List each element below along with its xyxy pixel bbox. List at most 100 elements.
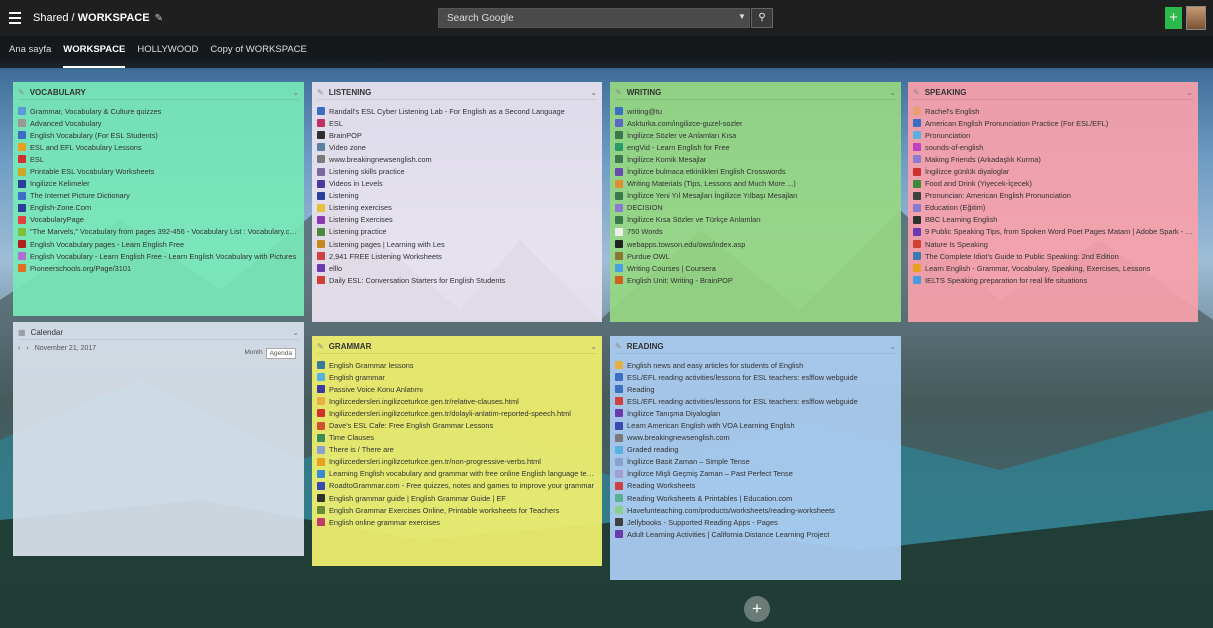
tab-ana-sayfa[interactable]: Ana sayfa <box>9 36 51 68</box>
link-item[interactable]: sounds-of-english <box>913 141 1193 153</box>
link-item[interactable]: Writing Courses | Coursera <box>615 262 896 274</box>
link-item[interactable]: English online grammar exercises <box>317 516 597 528</box>
widget-header[interactable]: ✎ WRITING ⌄ <box>615 86 896 100</box>
link-item[interactable]: Ingilizcedersleri.ingilizceturkce.gen.tr… <box>317 395 597 407</box>
chevron-down-icon[interactable]: ⌄ <box>889 88 896 97</box>
chevron-down-icon[interactable]: ⌄ <box>590 88 597 97</box>
link-item[interactable]: ESL <box>317 117 597 129</box>
link-item[interactable]: İngilizce Tanışma Diyalogları <box>615 407 896 419</box>
widget-header[interactable]: ✎ SPEAKING ⌄ <box>913 86 1193 100</box>
link-item[interactable]: Grammar, Vocabulary & Culture quizzes <box>18 105 299 117</box>
link-item[interactable]: There is / There are <box>317 444 597 456</box>
link-item[interactable]: İngilizce Kısa Sözler ve Türkçe Anlamlar… <box>615 214 896 226</box>
link-item[interactable]: İngilizce bulmaca etkinlikleri English C… <box>615 165 896 177</box>
breadcrumb-workspace[interactable]: WORKSPACE <box>78 12 150 24</box>
chevron-down-icon[interactable]: ⌄ <box>292 328 299 337</box>
widget-header[interactable]: ✎ LISTENING ⌄ <box>317 86 597 100</box>
link-item[interactable]: ESL/EFL reading activities/lessons for E… <box>615 395 896 407</box>
link-item[interactable]: English Grammar Exercises Online, Printa… <box>317 504 597 516</box>
link-item[interactable]: Education (Eğitim) <box>913 202 1193 214</box>
link-item[interactable]: Learn American English with VOA Learning… <box>615 419 896 431</box>
prev-icon[interactable]: ‹ <box>18 345 20 352</box>
pin-icon[interactable]: ✎ <box>615 88 622 97</box>
link-item[interactable]: Ingilizcedersleri.ingilizceturkce.gen.tr… <box>317 407 597 419</box>
link-item[interactable]: Video zone <box>317 141 597 153</box>
link-item[interactable]: American English Pronunciation Practice … <box>913 117 1193 129</box>
chevron-down-icon[interactable]: ⌄ <box>1186 88 1193 97</box>
link-item[interactable]: Passive Voice Konu Anlatımı <box>317 383 597 395</box>
pin-icon[interactable]: ✎ <box>18 88 25 97</box>
link-item[interactable]: Listening <box>317 190 597 202</box>
link-item[interactable]: "The Marvels," Vocabulary from pages 392… <box>18 226 299 238</box>
link-item[interactable]: Videos in Levels <box>317 178 597 190</box>
link-item[interactable]: Food and Drink (Yiyecek-İçecek) <box>913 178 1193 190</box>
tab-hollywood[interactable]: HOLLYWOOD <box>137 36 198 68</box>
link-item[interactable]: English grammar <box>317 371 597 383</box>
link-item[interactable]: Listening exercises <box>317 202 597 214</box>
widget-header[interactable]: ▦ Calendar ⌄ <box>18 326 299 340</box>
tab-copy-of-workspace[interactable]: Copy of WORKSPACE <box>210 36 306 68</box>
link-item[interactable]: İngilizce Basit Zaman – Simple Tense <box>615 456 896 468</box>
link-item[interactable]: Askturka.com/ingilizce-guzel-sozler <box>615 117 896 129</box>
link-item[interactable]: 750 Words <box>615 226 896 238</box>
link-item[interactable]: Reading <box>615 383 896 395</box>
link-item[interactable]: Adult Learning Activities | California D… <box>615 528 896 540</box>
link-item[interactable]: Making Friends (Arkadaşlık Kurma) <box>913 153 1193 165</box>
tab-workspace[interactable]: WORKSPACE <box>63 36 126 68</box>
view-agenda-button[interactable]: Agenda <box>265 348 296 359</box>
add-widget-button[interactable]: + <box>744 596 770 622</box>
link-item[interactable]: English grammar guide | English Grammar … <box>317 492 597 504</box>
chevron-down-icon[interactable]: ⌄ <box>889 342 896 351</box>
link-item[interactable]: ESL and EFL Vocabulary Lessons <box>18 141 299 153</box>
chevron-down-icon[interactable]: ⌄ <box>590 342 597 351</box>
next-icon[interactable]: › <box>26 345 28 352</box>
link-item[interactable]: Listening pages | Learning with Les <box>317 238 597 250</box>
link-item[interactable]: ESL/EFL reading activities/lessons for E… <box>615 371 896 383</box>
link-item[interactable]: DECISION <box>615 202 896 214</box>
link-item[interactable]: BBC Learning English <box>913 214 1193 226</box>
add-button[interactable]: + <box>1165 7 1182 29</box>
link-item[interactable]: Learning English vocabulary and grammar … <box>317 468 597 480</box>
pin-icon[interactable]: ✎ <box>317 342 324 351</box>
link-item[interactable]: Pronuncian: American English Pronunciati… <box>913 190 1193 202</box>
link-item[interactable]: Writing Materials (Tips, Lessons and Muc… <box>615 178 896 190</box>
link-item[interactable]: Dave's ESL Cafe: Free English Grammar Le… <box>317 419 597 431</box>
link-item[interactable]: engVid - Learn English for Free <box>615 141 896 153</box>
link-item[interactable]: İngilizce Sözler ve Anlamları Kısa <box>615 129 896 141</box>
link-item[interactable]: English-Zone.Com <box>18 202 299 214</box>
search-engine-dropdown-icon[interactable]: ▼ <box>738 12 746 21</box>
link-item[interactable]: Learn English - Grammar, Vocabulary, Spe… <box>913 262 1193 274</box>
link-item[interactable]: webapps.towson.edu/ows/index.asp <box>615 238 896 250</box>
link-item[interactable]: English Vocabulary (For ESL Students) <box>18 129 299 141</box>
link-item[interactable]: Havefunteaching.com/products/worksheets/… <box>615 504 896 516</box>
link-item[interactable]: Nature Is Speaking <box>913 238 1193 250</box>
widget-header[interactable]: ✎ VOCABULARY ⌄ <box>18 86 299 100</box>
link-item[interactable]: elllo <box>317 262 597 274</box>
avatar[interactable] <box>1186 6 1206 30</box>
link-item[interactable]: Pioneerschools.org/Page/3101 <box>18 262 299 274</box>
link-item[interactable]: English Vocabulary - Learn English Free … <box>18 250 299 262</box>
link-item[interactable]: Ingilizce Kelimeler <box>18 178 299 190</box>
link-item[interactable]: Reading Worksheets & Printables | Educat… <box>615 492 896 504</box>
link-item[interactable]: İngilizce Yeni Yıl Mesajları İngilizce Y… <box>615 190 896 202</box>
link-item[interactable]: Advanced Vocabulary <box>18 117 299 129</box>
widget-header[interactable]: ✎ GRAMMAR ⌄ <box>317 340 597 354</box>
link-item[interactable]: Listening skills practice <box>317 165 597 177</box>
search-input[interactable]: Search Google <box>438 8 750 28</box>
search-button[interactable]: ⚲ <box>751 8 773 28</box>
link-item[interactable]: Purdue OWL <box>615 250 896 262</box>
link-item[interactable]: Printable ESL Vocabulary Worksheets <box>18 165 299 177</box>
link-item[interactable]: www.breakingnewsenglish.com <box>317 153 597 165</box>
chevron-down-icon[interactable]: ⌄ <box>292 88 299 97</box>
pin-icon[interactable]: ✎ <box>317 88 324 97</box>
link-item[interactable]: İngilizce günlük diyaloglar <box>913 165 1193 177</box>
link-item[interactable]: Graded reading <box>615 444 896 456</box>
link-item[interactable]: Randall's ESL Cyber Listening Lab - For … <box>317 105 597 117</box>
link-item[interactable]: Reading Worksheets <box>615 480 896 492</box>
link-item[interactable]: The Internet Picture Dictionary <box>18 190 299 202</box>
link-item[interactable]: BrainPOP <box>317 129 597 141</box>
link-item[interactable]: Listening practice <box>317 226 597 238</box>
edit-pencil-icon[interactable]: ✎ <box>155 13 163 24</box>
pin-icon[interactable]: ✎ <box>615 342 622 351</box>
breadcrumb-shared[interactable]: Shared / <box>33 12 78 24</box>
